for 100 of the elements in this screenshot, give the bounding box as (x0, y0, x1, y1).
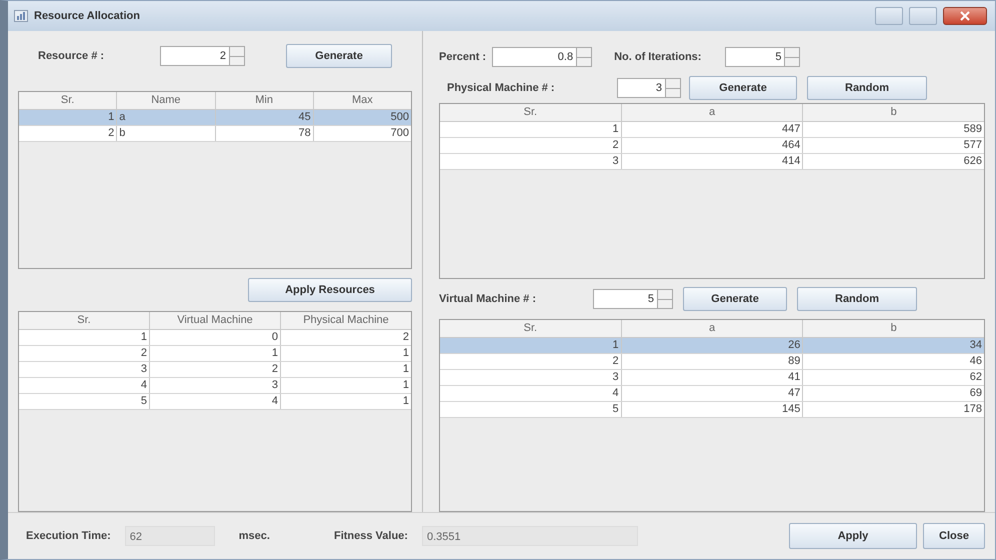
table-cell: 5 (440, 402, 622, 417)
table-cell: a (117, 110, 216, 125)
table-row[interactable]: 1 447 589 (440, 122, 984, 138)
table-row[interactable]: 5 145 178 (440, 402, 984, 418)
table-row[interactable]: 1 a 45 500 (19, 110, 411, 126)
table-cell-text: 1 (402, 362, 410, 377)
table-cell: 2 (150, 362, 281, 377)
table-cell: 2 (440, 138, 622, 153)
table-cell: 2 (19, 346, 150, 361)
column-header[interactable]: Sr. (440, 320, 622, 337)
column-header[interactable]: b (803, 104, 984, 121)
table-cell: 2 (440, 354, 622, 369)
table-cell: 2 (19, 126, 118, 141)
table-cell: 1 (19, 330, 150, 345)
table-cell: 1 (440, 122, 622, 137)
table-cell: 5 (19, 394, 150, 409)
apply-resources-button[interactable]: Apply Resources (248, 278, 412, 302)
table-cell-text: 178 (962, 402, 984, 417)
table-cell: 414 (622, 154, 804, 169)
table-cell-text: 500 (390, 110, 410, 125)
table-row[interactable]: 4 3 1 (19, 378, 411, 394)
table-cell: 47 (622, 386, 804, 401)
fitness-value-field: 0.3551 (422, 526, 638, 546)
table-cell: 41 (622, 370, 804, 385)
virtual-machine-label: Virtual Machine # : (439, 293, 537, 305)
column-header[interactable]: a (622, 104, 804, 121)
table-row[interactable]: 2 b 78 700 (19, 126, 411, 142)
table-cell: 26 (622, 338, 804, 353)
column-header[interactable]: b (803, 320, 984, 337)
table-cell: 4 (19, 378, 150, 393)
generate-button[interactable]: Generate (689, 76, 797, 100)
execution-time-label: Execution Time: (26, 530, 111, 542)
generate-button[interactable]: Generate (286, 44, 392, 68)
table-cell: 145 (622, 402, 804, 417)
table-row[interactable]: 1 0 2 (19, 330, 411, 346)
table-row[interactable]: 4 47 69 (440, 386, 984, 402)
minimize-button[interactable] (875, 7, 903, 25)
column-header[interactable]: Name (117, 92, 216, 109)
table-row[interactable]: 3 2 1 (19, 362, 411, 378)
table-cell-text: 34 (968, 338, 984, 353)
column-header[interactable]: a (622, 320, 804, 337)
column-header[interactable]: Min (216, 92, 314, 109)
physical-machine-spinner[interactable]: 3 (617, 78, 681, 98)
maximize-button[interactable] (909, 7, 937, 25)
random-button[interactable]: Random (807, 76, 927, 100)
window-title: Resource Allocation (34, 10, 140, 22)
column-header[interactable]: Sr. (19, 312, 150, 329)
table-cell: 447 (622, 122, 804, 137)
table-cell: 3 (440, 154, 622, 169)
table-cell-text: 69 (968, 386, 984, 401)
table-cell: 1 (150, 346, 281, 361)
table-cell-text: 577 (962, 138, 984, 153)
table-cell-text: 1 (402, 346, 410, 361)
table-row[interactable]: 3 414 626 (440, 154, 984, 170)
column-header[interactable]: Sr. (440, 104, 622, 121)
table-row[interactable]: 5 4 1 (19, 394, 411, 410)
table-cell-text: 1 (402, 394, 410, 409)
generate-button[interactable]: Generate (683, 287, 787, 311)
column-header[interactable]: Sr. (19, 92, 118, 109)
column-header[interactable]: Max (314, 92, 411, 109)
iterations-label: No. of Iterations: (614, 51, 702, 63)
table-row[interactable]: 2 464 577 (440, 138, 984, 154)
random-button[interactable]: Random (797, 287, 917, 311)
table-cell: 1 (440, 338, 622, 353)
column-header[interactable]: Physical Machine (281, 312, 411, 329)
iterations-spinner[interactable]: 5 (725, 47, 800, 67)
percent-spinner[interactable]: 0.8 (492, 47, 592, 67)
table-row[interactable]: 2 89 46 (440, 354, 984, 370)
table-cell-text: 626 (962, 154, 984, 169)
table-cell-text: 700 (390, 126, 410, 141)
close-button[interactable]: Close (923, 523, 985, 549)
table-cell: 4 (150, 394, 281, 409)
resource-count-spinner[interactable]: 2 (160, 46, 245, 66)
physical-machine-label: Physical Machine # : (446, 82, 556, 94)
table-row[interactable]: 2 1 1 (19, 346, 411, 362)
table-row[interactable]: 1 26 34 (440, 338, 984, 354)
table-cell: 3 (19, 362, 150, 377)
table-cell: 3 (440, 370, 622, 385)
percent-label: Percent : (439, 51, 486, 63)
execution-time-field: 62 (124, 526, 215, 546)
table-cell: 45 (216, 110, 314, 125)
table-cell-text: 62 (968, 370, 984, 385)
table-cell: 464 (622, 138, 804, 153)
table-cell: 89 (622, 354, 804, 369)
table-cell: b (117, 126, 216, 141)
table-cell-text: 46 (968, 354, 984, 369)
table-row[interactable]: 3 41 62 (440, 370, 984, 386)
fitness-value-label: Fitness Value: (334, 530, 408, 542)
close-button[interactable] (943, 7, 987, 25)
table-cell-text: 1 (402, 378, 410, 393)
resource-count-label: Resource # : (38, 50, 106, 62)
virtual-machine-spinner[interactable]: 5 (593, 289, 673, 309)
unit-label: msec. (238, 530, 270, 542)
table-cell: 3 (150, 378, 281, 393)
app-icon (14, 10, 28, 22)
table-cell: 1 (19, 110, 118, 125)
column-header[interactable]: Virtual Machine (150, 312, 281, 329)
apply-button[interactable]: Apply (789, 523, 917, 549)
table-cell: 0 (150, 330, 281, 345)
table-cell: 4 (440, 386, 622, 401)
